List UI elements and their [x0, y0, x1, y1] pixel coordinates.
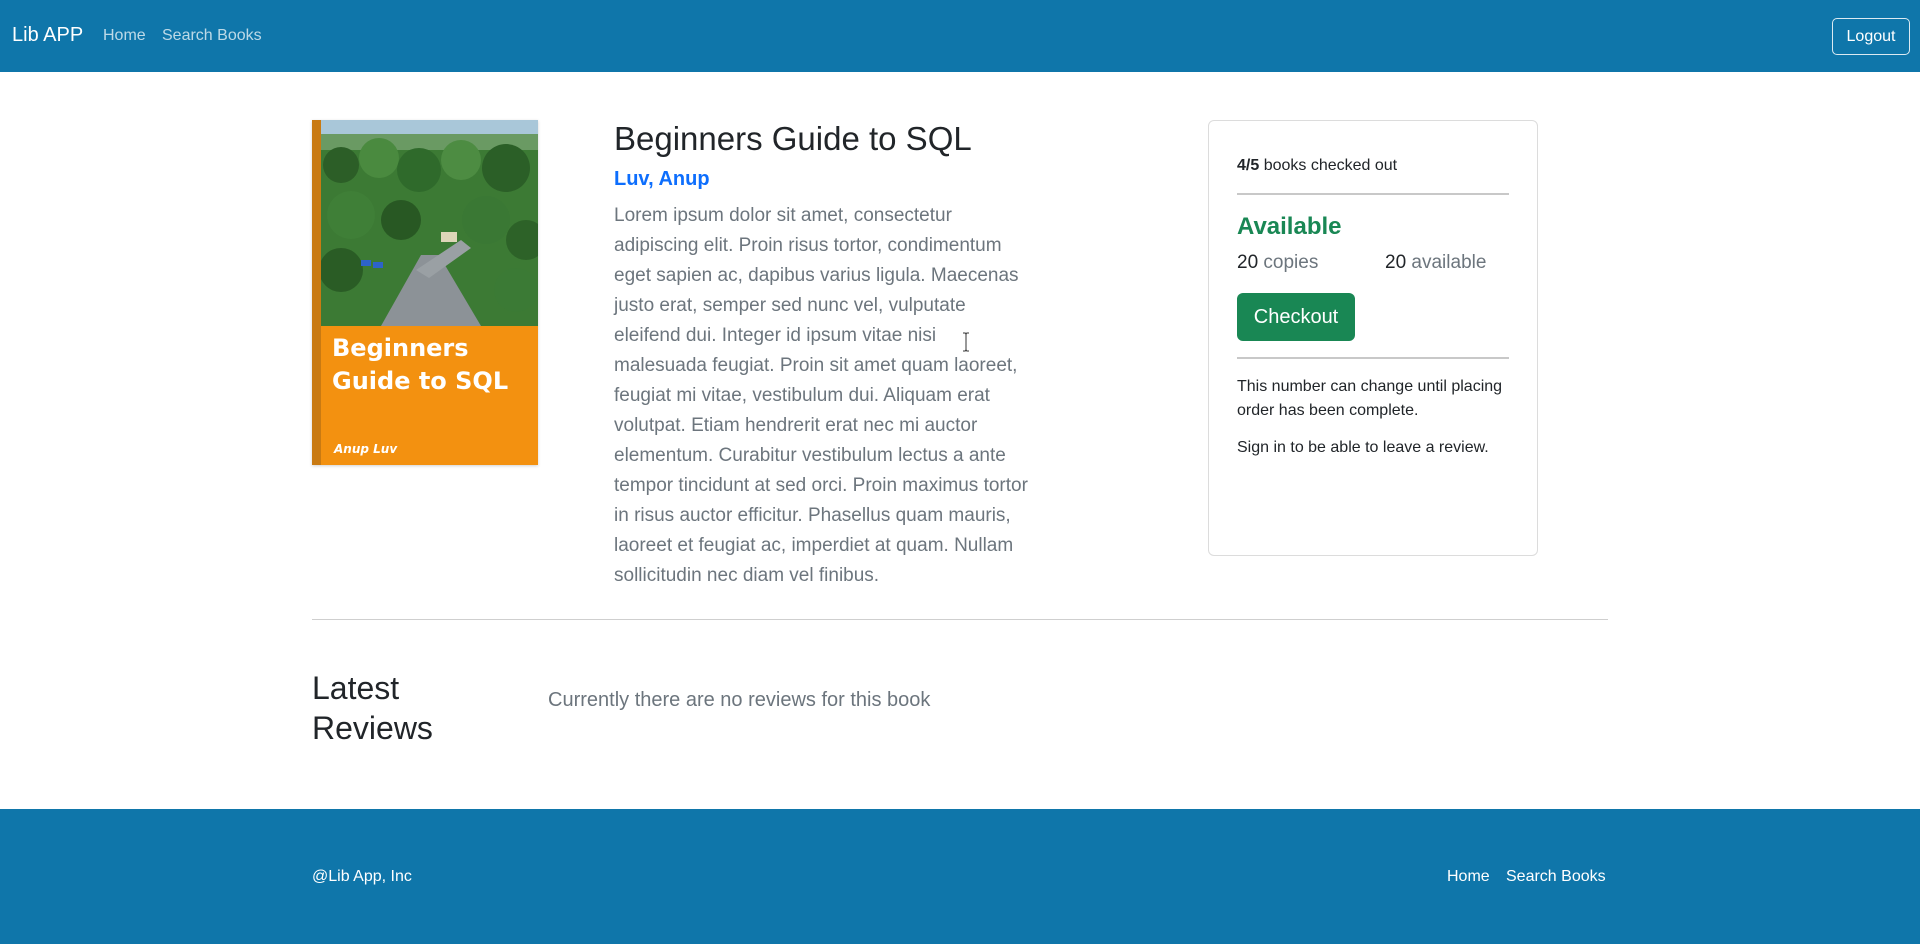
no-reviews-message: Currently there are no reviews for this … [548, 689, 931, 711]
checked-out-ratio: 4/5 [1237, 157, 1260, 174]
brand-logo-link[interactable]: Lib APP [12, 24, 83, 47]
latest-reviews-heading: Latest Reviews [312, 670, 433, 746]
logout-button[interactable]: Logout [1832, 18, 1910, 55]
cover-photo-forest [321, 120, 538, 326]
book-author: Luv, Anup [614, 168, 710, 190]
footer-search-books-link[interactable]: Search Books [1506, 868, 1606, 886]
checked-out-suffix: books checked out [1263, 157, 1398, 174]
available-count: 20 [1385, 252, 1407, 273]
card-divider [1237, 193, 1509, 195]
book-title: Beginners Guide to SQL [614, 120, 972, 157]
footer-home-link[interactable]: Home [1447, 868, 1490, 886]
book-cover-image: Beginners Guide to SQL Anup Luv [312, 120, 538, 465]
availability-note: This number can change until placing ord… [1237, 378, 1503, 419]
card-divider-2 [1237, 357, 1509, 359]
top-navbar: Lib APP Home Search Books Logout [0, 0, 1920, 72]
text-cursor-icon [963, 332, 969, 352]
copies-label: copies [1263, 252, 1319, 273]
copies-count: 20 [1237, 252, 1259, 273]
book-description: Lorem ipsum dolor sit amet, consectetur … [614, 205, 1028, 586]
footer-copyright: @Lib App, Inc [312, 868, 412, 885]
section-divider [312, 619, 1608, 620]
footer: @Lib App, Inc Home Search Books [0, 809, 1920, 944]
checkout-count-text: 4/5 books checked out [1237, 157, 1397, 175]
checkout-button[interactable]: Checkout [1237, 293, 1355, 341]
cover-author-text: Anup Luv [334, 442, 398, 456]
nav-search-books-link[interactable]: Search Books [162, 27, 262, 45]
cover-title-text: Beginners Guide to SQL [332, 334, 509, 395]
cover-spine [312, 120, 321, 465]
signin-review-note: Sign in to be able to leave a review. [1237, 439, 1489, 456]
available-info: 20 available [1385, 252, 1486, 274]
nav-home-link[interactable]: Home [103, 27, 146, 45]
availability-status: Available [1237, 213, 1342, 240]
available-label: available [1411, 252, 1487, 273]
checkout-card: 4/5 books checked out Available 20 copie… [1208, 120, 1538, 556]
copies-info: 20 copies [1237, 252, 1318, 274]
